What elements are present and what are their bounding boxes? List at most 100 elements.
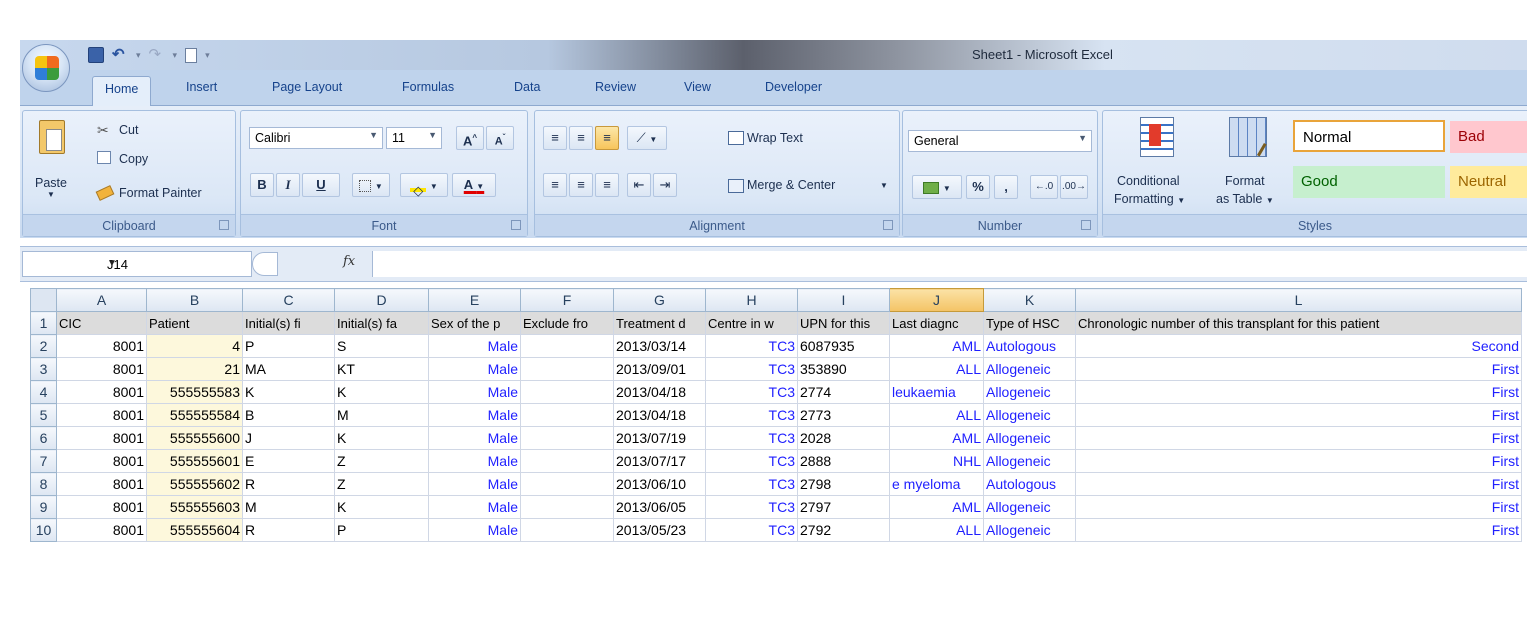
column-header-j[interactable]: J xyxy=(889,288,984,312)
copy-icon[interactable] xyxy=(97,151,111,164)
cell-b2[interactable]: 4 xyxy=(146,334,243,358)
redo-icon[interactable]: ↷ xyxy=(149,47,165,63)
orientation-button[interactable]: ⟋ ▼ xyxy=(627,126,667,150)
column-header-c[interactable]: C xyxy=(242,288,335,312)
cell-e7[interactable]: Male xyxy=(428,449,521,473)
cell-h2[interactable]: TC3 xyxy=(705,334,798,358)
cell-g4[interactable]: 2013/04/18 xyxy=(613,380,706,404)
cell-l3[interactable]: First xyxy=(1075,357,1522,381)
tab-home[interactable]: Home xyxy=(92,76,152,106)
borders-button[interactable]: ▼ xyxy=(352,173,390,197)
cell-g6[interactable]: 2013/07/19 xyxy=(613,426,706,450)
center-button[interactable]: ≡ xyxy=(569,173,593,197)
cell-e10[interactable]: Male xyxy=(428,518,521,542)
style-bad[interactable]: Bad xyxy=(1450,121,1527,153)
cell-f6[interactable] xyxy=(520,426,614,450)
cell-f10[interactable] xyxy=(520,518,614,542)
cell-i1[interactable]: UPN for this xyxy=(797,311,890,335)
row-header[interactable]: 7 xyxy=(30,449,57,473)
row-header[interactable]: 3 xyxy=(30,357,57,381)
cell-d5[interactable]: M xyxy=(334,403,429,427)
cell-k3[interactable]: Allogeneic xyxy=(983,357,1076,381)
font-size-combo[interactable]: 11 ▼ xyxy=(386,127,442,149)
cell-h6[interactable]: TC3 xyxy=(705,426,798,450)
cell-c4[interactable]: K xyxy=(242,380,335,404)
cell-e2[interactable]: Male xyxy=(428,334,521,358)
cell-k6[interactable]: Allogeneic xyxy=(983,426,1076,450)
cell-b8[interactable]: 555555602 xyxy=(146,472,243,496)
cell-f3[interactable] xyxy=(520,357,614,381)
redo-dropdown-icon[interactable]: ▾ xyxy=(173,50,178,61)
cell-j9[interactable]: AML xyxy=(889,495,984,519)
cell-k10[interactable]: Allogeneic xyxy=(983,518,1076,542)
cell-l8[interactable]: First xyxy=(1075,472,1522,496)
cell-l7[interactable]: First xyxy=(1075,449,1522,473)
cell-b3[interactable]: 21 xyxy=(146,357,243,381)
merge-center-button[interactable]: Merge & Center xyxy=(747,178,835,192)
cell-j5[interactable]: ALL xyxy=(889,403,984,427)
copy-button[interactable]: Copy xyxy=(119,152,148,166)
font-name-combo[interactable]: Calibri ▼ xyxy=(249,127,383,149)
comma-button[interactable]: , xyxy=(994,175,1018,199)
cell-i3[interactable]: 353890 xyxy=(797,357,890,381)
cell-k8[interactable]: Autologous xyxy=(983,472,1076,496)
bold-button[interactable]: B xyxy=(250,173,274,197)
cell-c5[interactable]: B xyxy=(242,403,335,427)
cell-c6[interactable]: J xyxy=(242,426,335,450)
column-header-h[interactable]: H xyxy=(705,288,798,312)
column-header-d[interactable]: D xyxy=(334,288,429,312)
cell-f9[interactable] xyxy=(520,495,614,519)
cell-j3[interactable]: ALL xyxy=(889,357,984,381)
format-as-table-label[interactable]: Format xyxy=(1225,174,1265,188)
style-neutral[interactable]: Neutral xyxy=(1450,166,1527,198)
row-header[interactable]: 1 xyxy=(30,311,57,335)
cell-a1[interactable]: CIC xyxy=(56,311,147,335)
row-header[interactable]: 8 xyxy=(30,472,57,496)
cell-d10[interactable]: P xyxy=(334,518,429,542)
cell-h5[interactable]: TC3 xyxy=(705,403,798,427)
cell-d2[interactable]: S xyxy=(334,334,429,358)
cell-h10[interactable]: TC3 xyxy=(705,518,798,542)
cell-d6[interactable]: K xyxy=(334,426,429,450)
tab-developer[interactable]: Developer xyxy=(765,80,822,94)
align-right-button[interactable]: ≡ xyxy=(595,173,619,197)
top-align-button[interactable]: ≡ xyxy=(543,126,567,150)
format-as-table-label-2[interactable]: as Table ▼ xyxy=(1216,192,1274,206)
paste-dropdown-icon[interactable]: ▼ xyxy=(47,190,55,199)
cell-e4[interactable]: Male xyxy=(428,380,521,404)
accounting-format-button[interactable]: ▼ xyxy=(912,175,962,199)
bottom-align-button[interactable]: ≡ xyxy=(595,126,619,150)
cell-b7[interactable]: 555555601 xyxy=(146,449,243,473)
cell-l4[interactable]: First xyxy=(1075,380,1522,404)
cell-c2[interactable]: P xyxy=(242,334,335,358)
cell-b1[interactable]: Patient xyxy=(146,311,243,335)
column-header-l[interactable]: L xyxy=(1075,288,1522,312)
cell-j1[interactable]: Last diagnc xyxy=(889,311,984,335)
cell-j7[interactable]: NHL xyxy=(889,449,984,473)
cell-b10[interactable]: 555555604 xyxy=(146,518,243,542)
format-painter-button[interactable]: Format Painter xyxy=(119,186,202,200)
font-launcher-icon[interactable] xyxy=(511,220,521,230)
formula-bar-expand-icon[interactable] xyxy=(252,252,278,276)
cell-i5[interactable]: 2773 xyxy=(797,403,890,427)
row-header[interactable]: 10 xyxy=(30,518,57,542)
cell-h3[interactable]: TC3 xyxy=(705,357,798,381)
cell-h9[interactable]: TC3 xyxy=(705,495,798,519)
cell-d3[interactable]: KT xyxy=(334,357,429,381)
cell-g8[interactable]: 2013/06/10 xyxy=(613,472,706,496)
cell-h4[interactable]: TC3 xyxy=(705,380,798,404)
new-document-icon[interactable] xyxy=(185,47,198,63)
cell-l5[interactable]: First xyxy=(1075,403,1522,427)
number-launcher-icon[interactable] xyxy=(1081,220,1091,230)
cell-e1[interactable]: Sex of the p xyxy=(428,311,521,335)
cell-a3[interactable]: 8001 xyxy=(56,357,147,381)
tab-review[interactable]: Review xyxy=(595,80,636,94)
cell-g3[interactable]: 2013/09/01 xyxy=(613,357,706,381)
customize-toolbar-icon[interactable]: ▾ xyxy=(205,50,210,61)
increase-decimal-button[interactable]: ←.0 xyxy=(1030,175,1058,199)
style-normal[interactable]: Normal xyxy=(1293,120,1445,152)
undo-icon[interactable]: ↶ xyxy=(112,47,128,63)
cell-g10[interactable]: 2013/05/23 xyxy=(613,518,706,542)
cut-button[interactable]: Cut xyxy=(119,123,138,137)
chevron-down-icon[interactable]: ▼ xyxy=(107,258,245,269)
